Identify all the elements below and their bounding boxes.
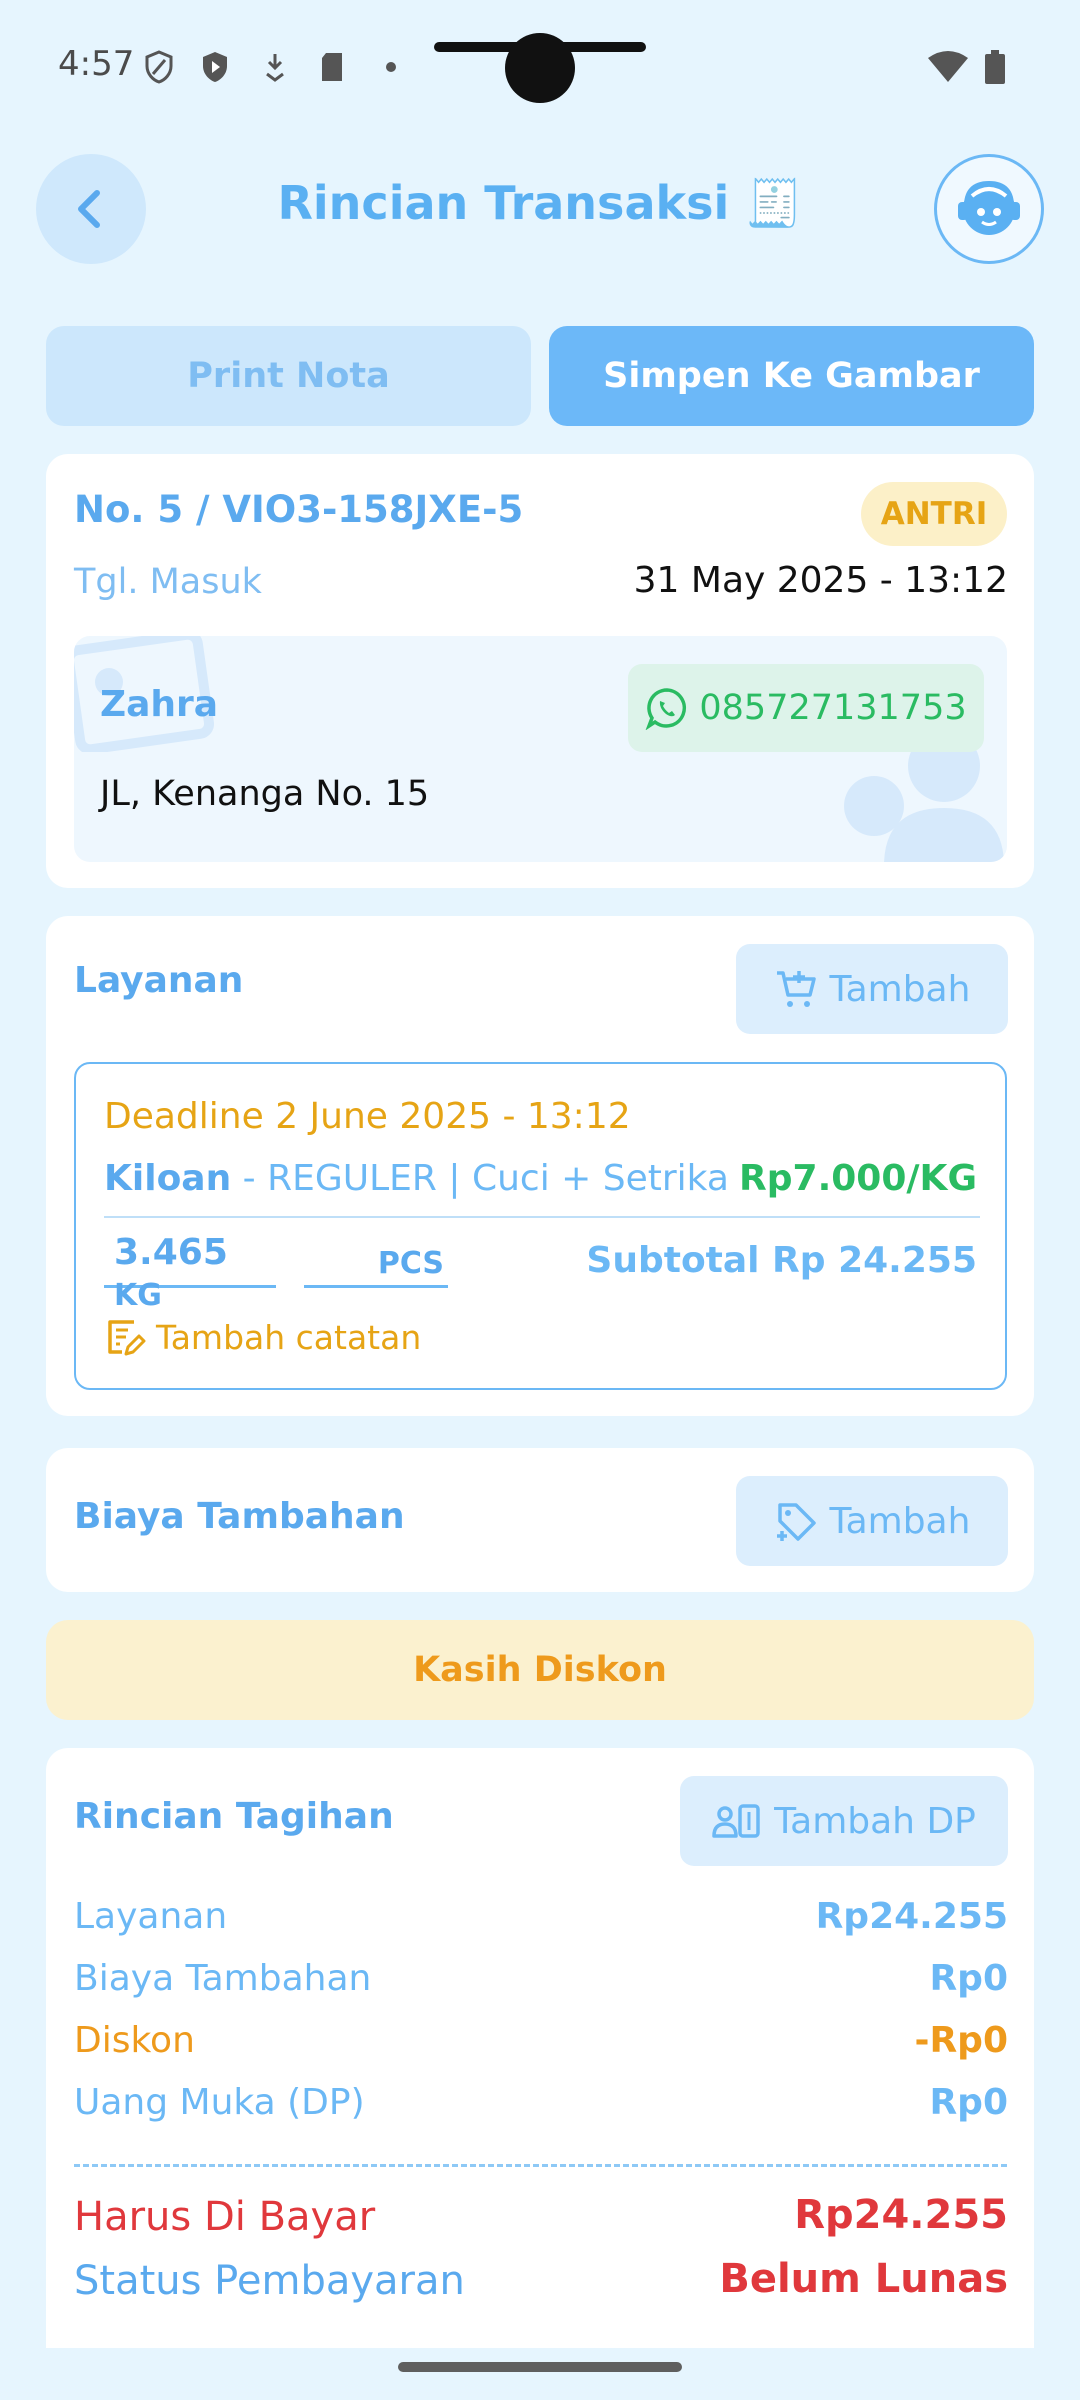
status-time: 4:57 — [58, 44, 135, 84]
add-note-button[interactable]: Tambah catatan — [104, 1316, 421, 1358]
billing-layanan-label: Layanan — [74, 1896, 228, 1937]
service-line: Kiloan - REGULER | Cuci + Setrika — [104, 1158, 729, 1199]
sd-card-icon — [322, 53, 342, 81]
add-biaya-button[interactable]: Tambah — [736, 1476, 1008, 1566]
payment-status-label: Status Pembayaran — [74, 2258, 465, 2304]
billing-biaya-label: Biaya Tambahan — [74, 1958, 372, 1999]
tag-plus-icon — [776, 1503, 816, 1541]
home-indicator[interactable] — [398, 2362, 682, 2372]
layanan-card: Layanan Tambah Deadline 2 June 2025 - 13… — [46, 916, 1034, 1416]
billing-title: Rincian Tagihan — [74, 1796, 394, 1837]
billing-card: Rincian Tagihan Tambah DP Layanan Rp24.2… — [46, 1748, 1034, 2348]
payment-status-value: Belum Lunas — [719, 2256, 1008, 2302]
order-number: No. 5 / VIO3-158JXE-5 — [74, 488, 524, 531]
add-layanan-label: Tambah — [829, 968, 971, 1010]
user-card-icon — [712, 1804, 760, 1838]
play-protect-icon — [203, 52, 227, 82]
save-to-image-button[interactable]: Simpen Ke Gambar — [549, 326, 1034, 426]
customer-address: JL, Kenanga No. 15 — [100, 774, 430, 814]
battery-icon — [985, 50, 1005, 84]
billing-diskon-label: Diskon — [74, 2020, 195, 2061]
camera-icon — [505, 33, 575, 103]
biaya-tambahan-card: Biaya Tambahan Tambah — [46, 1448, 1034, 1592]
quantity-value: 3.465 — [114, 1232, 228, 1273]
service-deadline: Deadline 2 June 2025 - 13:12 — [104, 1096, 631, 1137]
date-value: 31 May 2025 - 13:12 — [633, 560, 1008, 601]
customer-support-icon — [958, 180, 1020, 235]
add-dp-label: Tambah DP — [774, 1800, 976, 1842]
customer-box: Zahra JL, Kenanga No. 15 085727131753 — [74, 636, 1007, 862]
service-price: Rp7.000/KG — [739, 1158, 977, 1199]
shield-icon — [145, 50, 173, 84]
total-value: Rp24.255 — [794, 2192, 1008, 2238]
quantity-unit: KG — [114, 1278, 162, 1313]
quantity-kg-input[interactable]: 3.465 KG — [104, 1232, 276, 1313]
quantity-pcs-input[interactable]: PCS — [304, 1232, 448, 1288]
chevron-left-icon — [78, 190, 100, 228]
note-edit-icon — [108, 1320, 146, 1356]
discount-button[interactable]: Kasih Diskon — [46, 1620, 1034, 1720]
service-type: Kiloan — [104, 1158, 232, 1199]
wifi-icon — [928, 51, 968, 82]
customer-name: Zahra — [100, 684, 219, 725]
add-dp-button[interactable]: Tambah DP — [680, 1776, 1008, 1866]
add-layanan-button[interactable]: Tambah — [736, 944, 1008, 1034]
order-card: No. 5 / VIO3-158JXE-5 ANTRI Tgl. Masuk 3… — [46, 454, 1034, 888]
billing-layanan-value: Rp24.255 — [815, 1896, 1008, 1937]
back-button[interactable] — [36, 154, 146, 264]
service-divider — [104, 1216, 980, 1218]
download-icon — [266, 54, 284, 82]
add-note-label: Tambah catatan — [156, 1317, 422, 1357]
billing-dp-value: Rp0 — [929, 2082, 1008, 2123]
total-label: Harus Di Bayar — [74, 2194, 376, 2240]
pcs-unit: PCS — [377, 1246, 444, 1281]
status-badge: ANTRI — [861, 482, 1007, 546]
service-subtotal: Subtotal Rp 24.255 — [586, 1240, 977, 1281]
support-button[interactable] — [934, 154, 1044, 264]
page-title: Rincian Transaksi 🧾 — [277, 176, 803, 230]
service-desc: - REGULER | Cuci + Setrika — [231, 1158, 729, 1199]
whatsapp-button[interactable]: 085727131753 — [628, 664, 984, 752]
layanan-title: Layanan — [74, 960, 244, 1001]
cart-plus-icon — [776, 971, 816, 1007]
billing-divider — [74, 2164, 1007, 2167]
whatsapp-icon — [646, 688, 687, 730]
billing-dp-label: Uang Muka (DP) — [74, 2082, 365, 2123]
service-item[interactable]: Deadline 2 June 2025 - 13:12 Kiloan - RE… — [74, 1062, 1007, 1390]
add-biaya-label: Tambah — [829, 1500, 971, 1542]
billing-diskon-value: -Rp0 — [914, 2020, 1008, 2061]
billing-biaya-value: Rp0 — [929, 1958, 1008, 1999]
print-nota-button[interactable]: Print Nota — [46, 326, 531, 426]
notification-dot-icon — [386, 62, 396, 72]
customer-phone: 085727131753 — [699, 688, 967, 728]
date-label: Tgl. Masuk — [74, 562, 262, 602]
biaya-tambahan-title: Biaya Tambahan — [74, 1496, 405, 1537]
